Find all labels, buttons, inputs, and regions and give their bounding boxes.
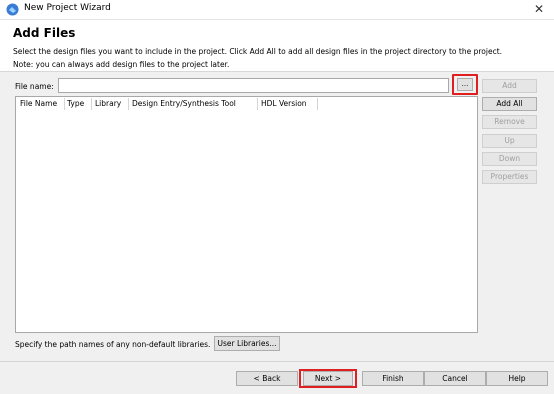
file-name-input[interactable] bbox=[58, 78, 449, 93]
table-header: File Name Type Library Design Entry/Synt… bbox=[16, 97, 477, 111]
browse-button[interactable]: ... bbox=[457, 78, 473, 91]
title-bar: New Project Wizard ✕ bbox=[0, 0, 554, 20]
libraries-label: Specify the path names of any non-defaul… bbox=[15, 340, 211, 349]
down-button[interactable]: Down bbox=[482, 152, 537, 166]
cancel-button[interactable]: Cancel bbox=[424, 371, 486, 386]
column-divider bbox=[91, 98, 92, 110]
column-divider bbox=[257, 98, 258, 110]
user-libraries-button[interactable]: User Libraries... bbox=[214, 336, 280, 351]
app-icon bbox=[6, 3, 19, 16]
remove-button[interactable]: Remove bbox=[482, 115, 537, 129]
column-divider bbox=[317, 98, 318, 110]
back-button[interactable]: < Back bbox=[236, 371, 298, 386]
column-header-library[interactable]: Library bbox=[95, 99, 121, 108]
window-title: New Project Wizard bbox=[24, 3, 111, 13]
description-text: Select the design files you want to incl… bbox=[13, 47, 503, 56]
wizard-content: File name: ... File Name Type Library De… bbox=[0, 71, 554, 394]
column-header-hdl-version[interactable]: HDL Version bbox=[261, 99, 307, 108]
column-header-file-name[interactable]: File Name bbox=[20, 99, 57, 108]
column-divider bbox=[64, 98, 65, 110]
wizard-header: Add Files Select the design files you wa… bbox=[0, 20, 554, 71]
file-name-label: File name: bbox=[15, 82, 54, 91]
help-button[interactable]: Help bbox=[486, 371, 548, 386]
close-icon[interactable]: ✕ bbox=[532, 2, 546, 16]
column-header-tool[interactable]: Design Entry/Synthesis Tool bbox=[132, 99, 236, 108]
files-table[interactable]: File Name Type Library Design Entry/Synt… bbox=[15, 96, 478, 333]
note-text: Note: you can always add design files to… bbox=[13, 60, 230, 69]
finish-button[interactable]: Finish bbox=[362, 371, 424, 386]
next-button[interactable]: Next > bbox=[303, 371, 353, 386]
properties-button[interactable]: Properties bbox=[482, 170, 537, 184]
up-button[interactable]: Up bbox=[482, 134, 537, 148]
column-header-type[interactable]: Type bbox=[67, 99, 84, 108]
column-divider bbox=[128, 98, 129, 110]
page-title: Add Files bbox=[13, 26, 76, 40]
add-all-button[interactable]: Add All bbox=[482, 97, 537, 111]
browse-highlight: ... bbox=[452, 74, 478, 95]
add-button[interactable]: Add bbox=[482, 79, 537, 93]
footer-divider bbox=[0, 361, 554, 362]
next-highlight: Next > bbox=[299, 369, 357, 388]
